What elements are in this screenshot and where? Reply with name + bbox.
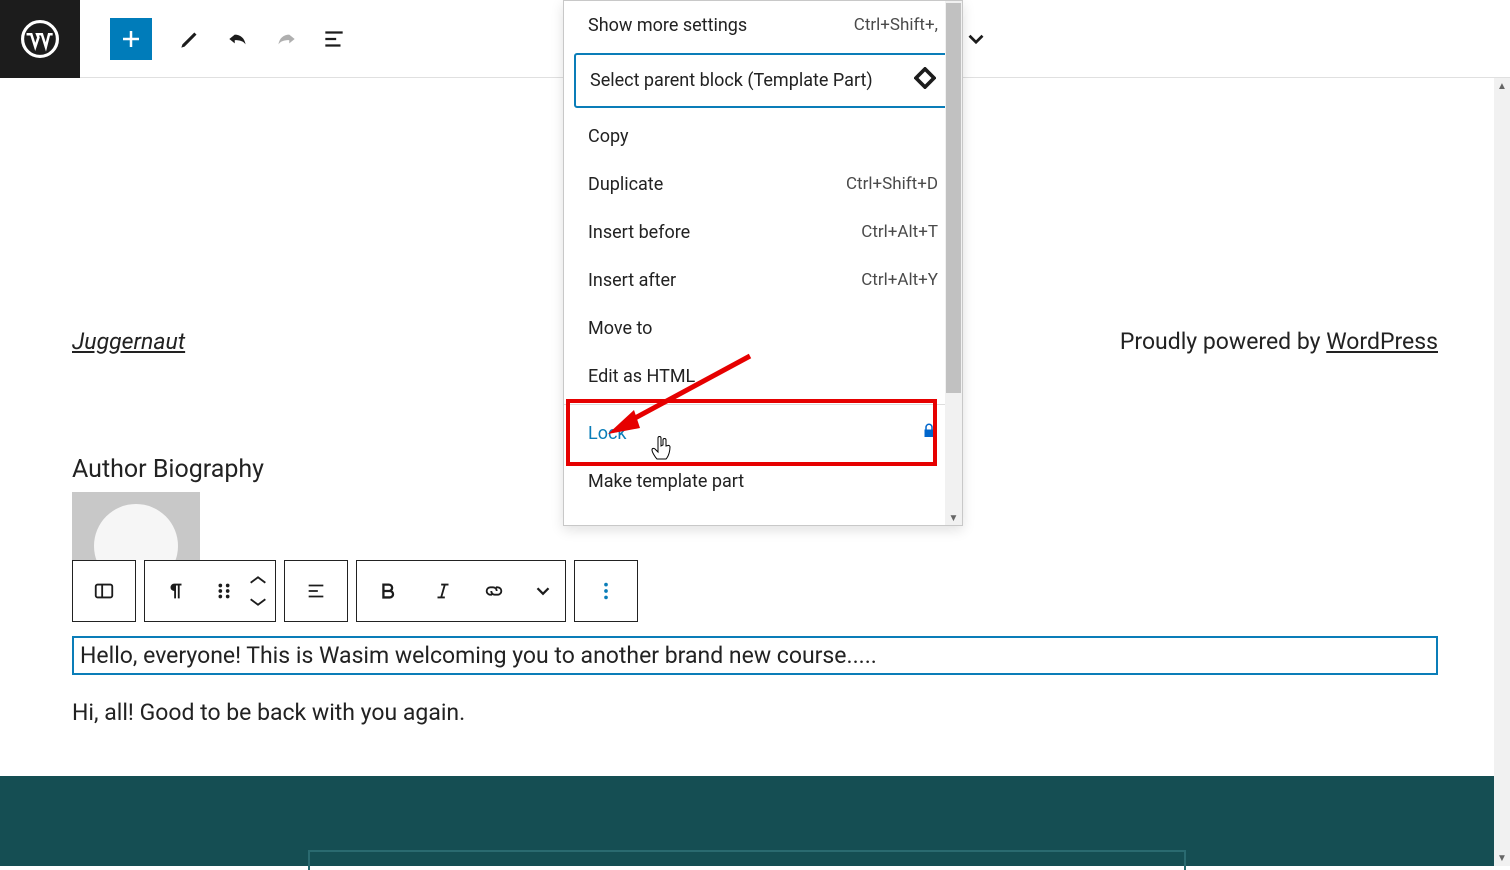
menu-separator [564, 404, 962, 405]
selected-paragraph-block[interactable]: Hello, everyone! This is Wasim welcoming… [72, 636, 1438, 675]
more-rich-text-button[interactable] [521, 561, 565, 621]
author-avatar-placeholder[interactable] [72, 492, 200, 560]
menu-select-parent-block[interactable]: Select parent block (Template Part) [574, 53, 952, 108]
menu-duplicate[interactable]: Duplicate Ctrl+Shift+D [564, 160, 962, 208]
menu-scrollbar[interactable]: ▲ ▼ [945, 1, 962, 525]
paragraph-style-button[interactable] [145, 561, 207, 621]
chevron-down-icon [247, 591, 269, 613]
wordpress-icon [21, 20, 59, 58]
menu-label: Make template part [588, 471, 744, 492]
menu-label: Lock [588, 423, 627, 444]
italic-button[interactable] [419, 561, 467, 621]
menu-shortcut: Ctrl+Alt+T [861, 222, 938, 242]
site-title-link[interactable]: Juggernaut [72, 328, 185, 355]
menu-label: Show more settings [588, 15, 747, 36]
menu-shortcut: Ctrl+Shift+D [846, 174, 938, 194]
bold-button[interactable] [357, 561, 419, 621]
menu-show-more-settings[interactable]: Show more settings Ctrl+Shift+, [564, 1, 962, 49]
menu-label: Insert after [588, 270, 676, 291]
drag-dots-icon [213, 580, 235, 602]
menu-label: Insert before [588, 222, 690, 243]
wordpress-link[interactable]: WordPress [1326, 328, 1438, 355]
scroll-down-arrow-icon[interactable]: ▼ [945, 511, 962, 525]
menu-label: Move to [588, 318, 652, 339]
menu-move-to[interactable]: Move to [564, 304, 962, 352]
chevron-down-icon [963, 26, 989, 52]
menu-copy[interactable]: Copy [564, 112, 962, 160]
bold-icon [377, 580, 399, 602]
paragraph-block[interactable]: Hi, all! Good to be back with you again. [72, 699, 1438, 726]
block-toolbar [72, 560, 1438, 622]
menu-label: Edit as HTML [588, 366, 695, 387]
menu-label: Duplicate [588, 174, 663, 195]
lock-icon [920, 422, 938, 445]
drag-handle[interactable] [207, 561, 241, 621]
menu-label: Select parent block (Template Part) [590, 70, 873, 91]
document-overview-button[interactable] [310, 15, 358, 63]
scroll-down-arrow-icon[interactable]: ▼ [1494, 850, 1510, 866]
pilcrow-icon [165, 580, 187, 602]
menu-edit-as-html[interactable]: Edit as HTML [564, 352, 962, 400]
menu-label: Copy [588, 126, 629, 147]
add-block-button[interactable] [110, 18, 152, 60]
menu-lock[interactable]: Lock [564, 409, 962, 457]
pencil-icon [177, 26, 203, 52]
template-part-icon [914, 67, 936, 94]
edit-mode-button[interactable] [166, 15, 214, 63]
hand-cursor-icon [650, 436, 672, 468]
columns-icon [93, 580, 115, 602]
redo-icon [273, 26, 299, 52]
list-view-icon [321, 26, 347, 52]
menu-insert-before[interactable]: Insert before Ctrl+Alt+T [564, 208, 962, 256]
page-scrollbar[interactable]: ▲ ▼ [1494, 78, 1510, 866]
italic-icon [432, 580, 454, 602]
template-footer-area[interactable] [0, 776, 1494, 866]
menu-shortcut: Ctrl+Shift+, [854, 15, 938, 35]
chevron-up-icon [247, 569, 269, 591]
undo-icon [225, 26, 251, 52]
powered-by-text: Proudly powered by WordPress [1120, 328, 1438, 355]
menu-insert-after[interactable]: Insert after Ctrl+Alt+Y [564, 256, 962, 304]
kebab-icon [595, 580, 617, 602]
move-up-down-buttons[interactable] [241, 561, 275, 621]
menu-scrollbar-thumb[interactable] [946, 3, 961, 393]
menu-make-template-part[interactable]: Make template part [564, 457, 962, 505]
link-icon [483, 580, 505, 602]
link-button[interactable] [467, 561, 521, 621]
plus-icon [119, 27, 143, 51]
undo-button[interactable] [214, 15, 262, 63]
footer-inner-frame [308, 850, 1186, 870]
menu-shortcut: Ctrl+Alt+Y [861, 270, 938, 290]
wordpress-logo-button[interactable] [0, 0, 80, 78]
redo-button[interactable] [262, 15, 310, 63]
block-options-menu: Show more settings Ctrl+Shift+, Select p… [563, 0, 963, 526]
chevron-down-icon [532, 580, 554, 602]
block-type-button[interactable] [73, 561, 135, 621]
block-more-options-button[interactable] [575, 561, 637, 621]
align-button[interactable] [285, 561, 347, 621]
avatar-circle-icon [94, 504, 178, 560]
scroll-up-arrow-icon[interactable]: ▲ [1494, 78, 1510, 94]
align-left-icon [305, 580, 327, 602]
